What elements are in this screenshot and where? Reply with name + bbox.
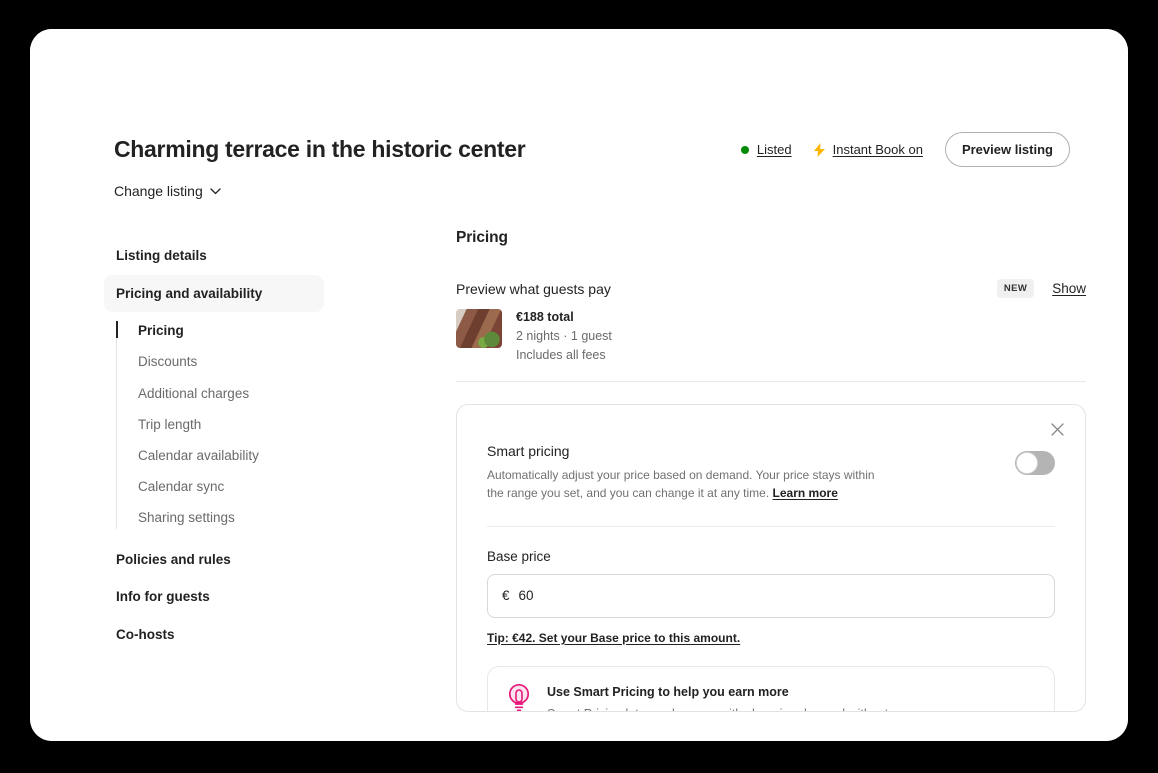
section-title: Pricing xyxy=(456,229,508,246)
page-header: Charming terrace in the historic center … xyxy=(114,132,1070,201)
sidebar-item-co-hosts[interactable]: Co-hosts xyxy=(104,616,324,654)
smart-pricing-row: Smart pricing Automatically adjust your … xyxy=(487,431,1055,503)
close-icon[interactable] xyxy=(1046,419,1068,441)
browser-window: Charming terrace in the historic center … xyxy=(30,29,1128,741)
smart-pricing-text: Smart pricing Automatically adjust your … xyxy=(487,431,877,503)
listing-editor-page: Charming terrace in the historic center … xyxy=(30,29,1128,741)
preview-price-info: €188 total 2 nights · 1 guest Includes a… xyxy=(516,309,612,364)
preview-header: Preview what guests pay NEW Show xyxy=(456,279,1086,298)
screen: Charming terrace in the historic center … xyxy=(0,0,1158,773)
tip-box-description: Smart Pricing lets you keep up with chan… xyxy=(547,705,892,710)
status-badge-new: NEW xyxy=(996,279,1035,298)
learn-more-link[interactable]: Learn more xyxy=(773,486,838,500)
show-preview-link[interactable]: Show xyxy=(1052,281,1086,296)
title-row: Charming terrace in the historic center … xyxy=(114,132,1070,167)
tip-box-body: Use Smart Pricing to help you earn more … xyxy=(547,683,892,711)
section-divider xyxy=(456,380,1086,382)
smart-pricing-title: Smart pricing xyxy=(487,442,570,459)
lightbulb-icon xyxy=(506,683,532,711)
sidebar-item-listing-details[interactable]: Listing details xyxy=(104,237,324,275)
listing-status[interactable]: Listed xyxy=(740,142,792,157)
sidebar-nav: Listing details Pricing and availability… xyxy=(104,237,324,653)
sidebar-subitem-trip-length[interactable]: Trip length xyxy=(138,410,324,441)
tip-box-title: Use Smart Pricing to help you earn more xyxy=(547,684,789,699)
instant-book-label[interactable]: Instant Book on xyxy=(833,142,923,157)
lightning-bolt-icon xyxy=(813,142,825,157)
base-price-tip-link[interactable]: Tip: €42. Set your Base price to this am… xyxy=(487,631,740,645)
main-content: Pricing Preview what guests pay NEW Show… xyxy=(456,229,1086,712)
base-price-value: 60 xyxy=(518,588,534,604)
sidebar-subitem-calendar-sync[interactable]: Calendar sync xyxy=(138,472,324,503)
sidebar-subitem-calendar-availability[interactable]: Calendar availability xyxy=(138,441,324,472)
base-price-label: Base price xyxy=(487,548,551,564)
chevron-down-icon xyxy=(210,187,221,195)
base-price-input[interactable]: € 60 xyxy=(487,573,1055,618)
card-divider xyxy=(487,525,1055,527)
preview-summary-row: €188 total 2 nights · 1 guest Includes a… xyxy=(456,309,1086,364)
toggle-knob xyxy=(1016,451,1038,474)
preview-stay-detail: 2 nights · 1 guest xyxy=(516,328,612,343)
page-title: Charming terrace in the historic center xyxy=(114,136,526,163)
sidebar-subitem-pricing[interactable]: Pricing xyxy=(116,316,324,347)
smart-pricing-description: Automatically adjust your price based on… xyxy=(487,466,877,503)
sidebar-item-policies-and-rules[interactable]: Policies and rules xyxy=(104,541,324,579)
header-actions: Listed Instant Book on Preview listing xyxy=(740,132,1070,167)
smart-pricing-tip-box: Use Smart Pricing to help you earn more … xyxy=(487,665,1055,711)
instant-book-status[interactable]: Instant Book on xyxy=(813,142,923,157)
sidebar-item-pricing-and-availability[interactable]: Pricing and availability xyxy=(104,274,324,313)
preview-actions: NEW Show xyxy=(996,279,1086,298)
sidebar-subitem-additional-charges[interactable]: Additional charges xyxy=(138,379,324,410)
sidebar-subnav: Pricing Discounts Additional charges Tri… xyxy=(116,316,324,535)
preview-fees-note: Includes all fees xyxy=(516,347,606,362)
status-dot-icon xyxy=(740,145,749,154)
sidebar-subitem-sharing-settings[interactable]: Sharing settings xyxy=(138,503,324,534)
smart-pricing-toggle[interactable] xyxy=(1015,450,1055,475)
preview-total: €188 total xyxy=(516,310,574,324)
preview-label: Preview what guests pay xyxy=(456,280,611,297)
status-label[interactable]: Listed xyxy=(757,142,792,157)
smart-pricing-card: Smart pricing Automatically adjust your … xyxy=(456,403,1086,712)
change-listing-dropdown[interactable]: Change listing xyxy=(114,183,221,199)
preview-guests-pay-block: Preview what guests pay NEW Show €188 to… xyxy=(456,279,1086,382)
listing-thumbnail xyxy=(456,309,502,348)
change-listing-label: Change listing xyxy=(114,183,203,199)
sidebar-item-info-for-guests[interactable]: Info for guests xyxy=(104,578,324,616)
currency-symbol: € xyxy=(502,588,510,604)
sidebar-subitem-discounts[interactable]: Discounts xyxy=(138,347,324,378)
preview-listing-button[interactable]: Preview listing xyxy=(944,132,1070,167)
